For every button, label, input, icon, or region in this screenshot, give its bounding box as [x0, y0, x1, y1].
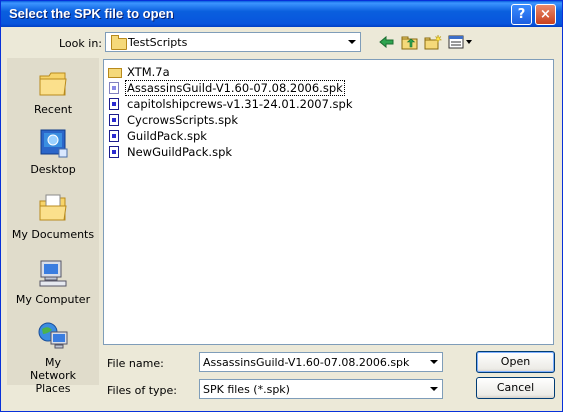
up-folder-icon[interactable]	[401, 34, 419, 50]
place-recent[interactable]: Recent	[7, 67, 99, 116]
file-type-value: SPK files (*.spk)	[203, 383, 290, 396]
file-type-label: Files of type:	[107, 384, 178, 397]
file-name: NewGuildPack.spk	[127, 145, 233, 159]
my-computer-icon	[39, 260, 67, 287]
file-name: capitolshipcrews-v1.31-24.01.2007.spk	[127, 97, 353, 111]
look-in-value: TestScripts	[128, 36, 188, 49]
title-bar[interactable]: Select the SPK file to open ? ×	[1, 1, 562, 27]
file-type-dropdown-button[interactable]	[425, 380, 442, 398]
spk-file-icon	[109, 114, 119, 126]
desktop-icon	[40, 129, 68, 158]
place-my-documents[interactable]: My Documents	[7, 192, 99, 241]
place-my-computer-label: My Computer	[15, 293, 91, 306]
spk-file-icon	[109, 146, 119, 158]
file-name-value: AssassinsGuild-V1.60-07.08.2006.spk	[203, 356, 410, 369]
place-network-places-label: My Network Places	[30, 356, 76, 395]
look-in-dropdown-button[interactable]	[343, 33, 360, 51]
help-button[interactable]: ?	[511, 4, 532, 25]
recent-icon	[39, 72, 67, 96]
file-name: XTM.7a	[127, 65, 170, 79]
folder-icon	[108, 68, 122, 78]
look-in-label: Look in:	[59, 37, 102, 50]
file-name: GuildPack.spk	[127, 129, 207, 143]
file-name-input[interactable]: AssassinsGuild-V1.60-07.08.2006.spk	[199, 352, 443, 372]
file-name-dropdown-button[interactable]	[425, 353, 442, 371]
place-recent-label: Recent	[33, 103, 73, 116]
file-name: AssassinsGuild-V1.60-07.08.2006.spk	[125, 80, 345, 96]
open-file-dialog: Select the SPK file to open ? × Look in:…	[0, 0, 563, 412]
cancel-button[interactable]: Cancel	[476, 377, 555, 399]
back-icon[interactable]	[378, 34, 396, 50]
file-name-label: File name:	[107, 357, 164, 370]
new-folder-icon[interactable]	[424, 34, 442, 50]
place-my-computer[interactable]: My Computer	[7, 257, 99, 306]
my-documents-icon	[39, 194, 67, 221]
chevron-down-icon	[348, 40, 356, 44]
chevron-down-icon	[430, 360, 438, 364]
folder-icon	[111, 35, 127, 50]
open-button[interactable]: Open	[476, 351, 555, 373]
close-button[interactable]: ×	[535, 4, 556, 25]
file-list[interactable]: XTM.7a AssassinsGuild-V1.60-07.08.2006.s…	[103, 59, 554, 345]
place-desktop-label: Desktop	[30, 163, 76, 176]
network-places-icon	[38, 322, 68, 349]
file-type-select[interactable]: SPK files (*.spk)	[199, 379, 443, 399]
view-menu-icon[interactable]	[448, 34, 474, 50]
chevron-down-icon	[430, 387, 438, 391]
place-desktop[interactable]: Desktop	[7, 127, 99, 176]
look-in-dropdown[interactable]: TestScripts	[105, 32, 361, 52]
spk-file-icon	[109, 82, 119, 94]
window-title: Select the SPK file to open	[9, 6, 174, 21]
spk-file-icon	[109, 98, 119, 110]
spk-file-icon	[109, 130, 119, 142]
places-bar: Recent Desktop My Documents My Computer …	[7, 58, 99, 395]
place-my-documents-label: My Documents	[11, 228, 95, 241]
file-name: CycrowsScripts.spk	[127, 113, 239, 127]
place-network-places[interactable]: My Network Places	[7, 320, 99, 395]
